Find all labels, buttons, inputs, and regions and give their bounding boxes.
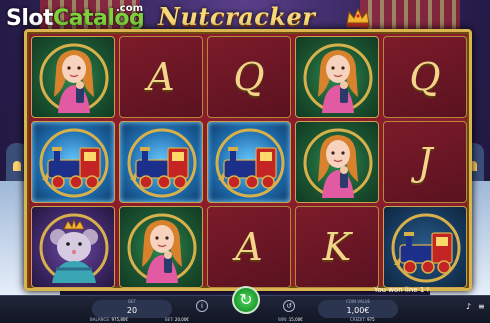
symbol-girl — [295, 36, 379, 118]
train-icon — [31, 121, 115, 203]
symbol-a: A — [119, 36, 203, 118]
game-title: Nutcracker — [158, 2, 316, 31]
info-icon[interactable]: i — [196, 300, 208, 312]
symbol-mouse-king — [31, 206, 115, 288]
reel-5: QJ — [383, 36, 467, 288]
symbol-train — [383, 206, 467, 288]
symbol-j: J — [383, 121, 467, 203]
logo-slot-text: Slot — [6, 6, 54, 31]
girl-icon — [119, 206, 203, 288]
credit-info: CREDIT: 975 — [350, 317, 375, 322]
symbol-background: K — [295, 206, 379, 288]
train-icon — [207, 121, 291, 203]
bet-value: 20 — [126, 306, 138, 315]
win-info: WIN: 15,00€ — [278, 317, 303, 322]
girl-icon — [31, 36, 115, 118]
girl-icon — [295, 121, 379, 203]
balance-label: BALANCE: — [90, 317, 111, 322]
win-message: You won line 1 ! — [374, 286, 430, 294]
coin-value-label: COIN VALUE — [345, 299, 371, 304]
symbol-girl — [295, 121, 379, 203]
symbol-girl — [119, 206, 203, 288]
reel-1 — [31, 36, 115, 288]
bet-label: BET — [128, 299, 136, 304]
symbol-train — [119, 121, 203, 203]
symbol-letter: Q — [233, 55, 265, 99]
symbol-letter: A — [147, 55, 175, 99]
credit-label: CREDIT: — [350, 317, 366, 322]
spin-button[interactable]: ↻ — [232, 286, 260, 314]
symbol-letter: J — [417, 140, 433, 184]
win-label: WIN: — [278, 317, 288, 322]
symbol-train — [207, 121, 291, 203]
win-value: 15,00€ — [288, 317, 303, 322]
autoplay-icon[interactable]: ↺ — [283, 300, 295, 312]
symbol-q: Q — [383, 36, 467, 118]
train-icon — [119, 121, 203, 203]
symbol-background: A — [119, 36, 203, 118]
symbol-letter: K — [322, 225, 352, 269]
garland-decoration — [360, 0, 460, 30]
spin-icon: ↻ — [239, 290, 253, 309]
bet-info-value: 20,00€ — [174, 317, 189, 322]
credit-value: 975 — [367, 317, 375, 322]
symbol-a: A — [207, 206, 291, 288]
symbol-letter: A — [235, 225, 263, 269]
symbol-background: Q — [383, 36, 467, 118]
crown-icon — [346, 7, 370, 28]
bet-selector[interactable]: BET 20 — [92, 299, 172, 318]
symbol-q: Q — [207, 36, 291, 118]
symbol-background: A — [207, 206, 291, 288]
symbol-background: J — [383, 121, 467, 203]
sound-icon[interactable]: ♪ — [466, 302, 471, 311]
bet-info-label: BET: — [165, 317, 174, 322]
reel-3: QA — [207, 36, 291, 288]
symbol-letter: Q — [409, 55, 441, 99]
logo-com-text: .com — [116, 3, 144, 14]
train-icon — [383, 206, 467, 288]
reel-2: A — [119, 36, 203, 288]
reel-4: K — [295, 36, 379, 288]
menu-icon[interactable]: ≡ — [478, 302, 485, 311]
symbol-background: Q — [207, 36, 291, 118]
coin-value: 1,00€ — [346, 306, 370, 315]
balance-info: BALANCE: 975,80€ — [90, 317, 128, 322]
coin-value-selector[interactable]: COIN VALUE 1,00€ — [318, 299, 398, 318]
balance-value: 975,80€ — [111, 317, 129, 322]
mouse-king-icon — [31, 206, 115, 288]
girl-icon — [295, 36, 379, 118]
bet-info: BET: 20,00€ — [165, 317, 189, 322]
symbol-girl — [31, 36, 115, 118]
symbol-train — [31, 121, 115, 203]
reels-frame: AQAKQJ — [24, 29, 472, 291]
symbol-k: K — [295, 206, 379, 288]
